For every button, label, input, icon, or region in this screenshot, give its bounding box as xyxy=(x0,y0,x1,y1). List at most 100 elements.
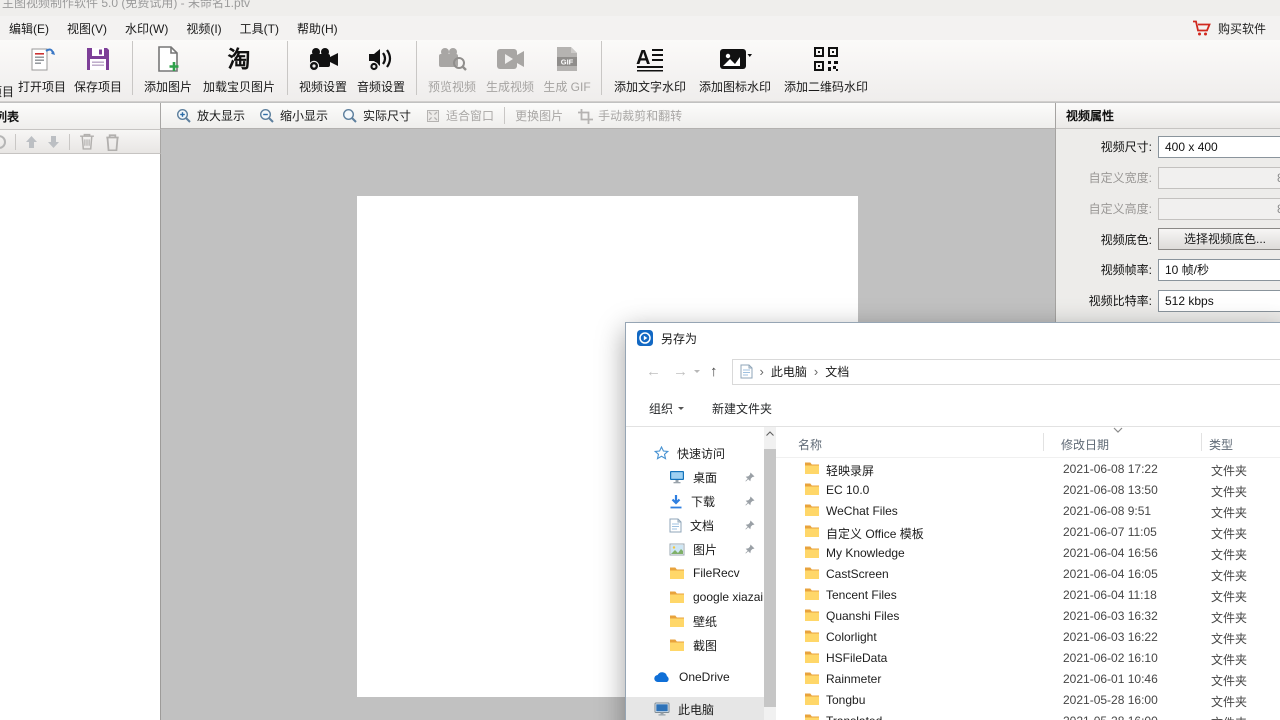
actual-size-button[interactable]: 实际尺寸 xyxy=(335,107,418,124)
choose-background-color-button[interactable]: 选择视频底色... xyxy=(1158,228,1280,250)
generate-video-button[interactable]: 生成视频 xyxy=(481,43,539,95)
sidebar-item-desktop[interactable]: 桌面 xyxy=(626,465,764,489)
file-row[interactable]: Tencent Files 2021-06-04 11:18 文件夹 xyxy=(776,584,1280,605)
file-row[interactable]: CastScreen 2021-06-04 16:05 文件夹 xyxy=(776,563,1280,584)
file-name: Translated xyxy=(826,714,882,720)
sidebar-item-downloads[interactable]: 下载 xyxy=(626,489,764,513)
new-project-icon xyxy=(0,48,4,80)
file-row[interactable]: EC 10.0 2021-06-08 13:50 文件夹 xyxy=(776,479,1280,500)
bitrate-combobox[interactable]: 512 kbps xyxy=(1158,290,1280,312)
file-date: 2021-06-08 13:50 xyxy=(1063,483,1158,497)
video-size-combobox[interactable]: 400 x 400 xyxy=(1158,136,1280,158)
file-row[interactable]: Colorlight 2021-06-03 16:22 文件夹 xyxy=(776,626,1280,647)
delete-item-button[interactable] xyxy=(79,133,95,150)
file-type: 文件夹 xyxy=(1211,693,1247,710)
sidebar-item-pictures[interactable]: 图片 xyxy=(626,537,764,561)
generate-video-icon xyxy=(495,43,525,75)
add-image-button[interactable]: 添加图片 xyxy=(139,43,197,95)
folder-icon xyxy=(804,650,820,664)
sidebar-item-this-pc[interactable]: 此电脑 xyxy=(626,697,764,720)
move-down-button[interactable] xyxy=(47,135,60,149)
audio-settings-button[interactable]: 音频设置 xyxy=(352,43,410,95)
dialog-titlebar[interactable]: 另存为 xyxy=(626,323,1280,353)
add-text-watermark-label: 添加文字水印 xyxy=(614,78,686,95)
column-divider[interactable] xyxy=(1201,433,1202,451)
menu-item[interactable]: 工具(T) xyxy=(231,16,288,41)
file-row[interactable]: WeChat Files 2021-06-08 9:51 文件夹 xyxy=(776,500,1280,521)
file-row[interactable]: HSFileData 2021-06-02 16:10 文件夹 xyxy=(776,647,1280,668)
add-qrcode-watermark-button[interactable]: 添加二维码水印 xyxy=(778,43,874,95)
file-name: WeChat Files xyxy=(826,504,898,518)
recent-locations-caret-icon[interactable] xyxy=(694,370,700,376)
address-bar[interactable]: › 此电脑 › 文档 xyxy=(732,359,1280,385)
manual-crop-button[interactable]: 手动裁剪和翻转 xyxy=(570,107,689,124)
file-row[interactable]: 自定义 Office 模板 2021-06-07 11:05 文件夹 xyxy=(776,521,1280,542)
buy-software-button[interactable]: 购买软件 xyxy=(1192,20,1266,37)
scrollbar-thumb[interactable] xyxy=(764,449,776,707)
new-project-button[interactable]: 新建项目 xyxy=(0,48,20,100)
clipped-icon xyxy=(0,135,6,149)
custom-width-row: 自定义宽度: xyxy=(1056,167,1280,189)
move-up-button[interactable] xyxy=(25,135,38,149)
forward-button[interactable]: → xyxy=(667,364,694,379)
file-row[interactable]: Tongbu 2021-05-28 16:00 文件夹 xyxy=(776,689,1280,710)
file-row[interactable]: Quanshi Files 2021-06-03 16:32 文件夹 xyxy=(776,605,1280,626)
frame-rate-combobox[interactable]: 10 帧/秒 xyxy=(1158,259,1280,281)
replace-image-button[interactable]: 更换图片 xyxy=(508,107,570,124)
breadcrumb-this-pc[interactable]: 此电脑 xyxy=(771,363,807,380)
video-settings-button[interactable]: 视频设置 xyxy=(294,43,352,95)
custom-height-input xyxy=(1158,198,1280,220)
file-row[interactable]: Translated 2021-05-28 16:00 文件夹 xyxy=(776,710,1280,720)
sidebar-item-wallpaper[interactable]: 壁纸 xyxy=(626,609,764,633)
open-project-button[interactable]: 打开项目 xyxy=(14,43,70,95)
back-button[interactable]: ← xyxy=(640,364,667,379)
fit-window-button[interactable]: 适合窗口 xyxy=(418,107,501,124)
up-button[interactable]: ↑ xyxy=(704,364,724,379)
menu-item[interactable]: 视图(V) xyxy=(58,16,116,41)
organize-menu-button[interactable]: 组织 xyxy=(649,400,684,417)
file-row[interactable]: My Knowledge 2021-06-04 16:56 文件夹 xyxy=(776,542,1280,563)
preview-video-button[interactable]: 预览视频 xyxy=(423,43,481,95)
file-date: 2021-06-04 16:05 xyxy=(1063,567,1158,581)
add-icon-watermark-button[interactable]: 添加图标水印 xyxy=(692,43,778,95)
dialog-sidebar: 快速访问 桌面 下载 文档 xyxy=(626,427,764,720)
add-text-watermark-button[interactable]: A 添加文字水印 xyxy=(608,43,692,95)
sidebar-item-documents[interactable]: 文档 xyxy=(626,513,764,537)
file-type: 文件夹 xyxy=(1211,567,1247,584)
sidebar-item-quick-access[interactable]: 快速访问 xyxy=(626,441,764,465)
image-list-panel-body[interactable] xyxy=(0,154,161,720)
menu-item[interactable]: 水印(W) xyxy=(116,16,177,41)
menu-item[interactable]: 视频(I) xyxy=(177,16,230,41)
sort-descending-icon xyxy=(1113,427,1123,433)
file-row[interactable]: Rainmeter 2021-06-01 10:46 文件夹 xyxy=(776,668,1280,689)
generate-video-label: 生成视频 xyxy=(486,78,534,95)
file-list-header: 名称 修改日期 类型 xyxy=(776,427,1280,458)
folder-icon xyxy=(669,614,685,628)
sidebar-item-onedrive[interactable]: OneDrive xyxy=(626,665,764,689)
magnifier-icon xyxy=(342,108,358,124)
video-properties-title: 视频属性 xyxy=(1066,107,1114,124)
column-header-date[interactable]: 修改日期 xyxy=(1061,436,1109,453)
sidebar-item-filerecv[interactable]: FileRecv xyxy=(626,561,764,585)
breadcrumb-documents[interactable]: 文档 xyxy=(825,363,849,380)
scroll-up-icon[interactable] xyxy=(766,431,774,436)
save-project-button[interactable]: 保存项目 xyxy=(70,43,126,95)
menu-item[interactable]: 编辑(E) xyxy=(0,16,58,41)
column-divider[interactable] xyxy=(1043,433,1044,451)
menu-item[interactable]: 帮助(H) xyxy=(288,16,347,41)
zoom-in-label: 放大显示 xyxy=(197,107,245,124)
generate-gif-button[interactable]: GIF 生成 GIF xyxy=(539,43,595,95)
zoom-in-button[interactable]: 放大显示 xyxy=(169,107,252,124)
sidebar-item-google-xiazai[interactable]: google xiazai xyxy=(626,585,764,609)
sidebar-item-screenshots[interactable]: 截图 xyxy=(626,633,764,657)
sidebar-scrollbar[interactable] xyxy=(764,427,776,720)
column-header-type[interactable]: 类型 xyxy=(1209,436,1233,453)
column-header-name[interactable]: 名称 xyxy=(798,436,822,453)
load-taobao-images-button[interactable]: 淘 加载宝贝图片 xyxy=(197,43,281,95)
onedrive-cloud-icon xyxy=(654,672,671,683)
clear-all-button[interactable] xyxy=(104,133,121,151)
add-image-icon xyxy=(154,43,182,75)
file-row[interactable]: 轻映录屏 2021-06-08 17:22 文件夹 xyxy=(776,458,1280,479)
new-folder-button[interactable]: 新建文件夹 xyxy=(712,400,772,417)
zoom-out-button[interactable]: 缩小显示 xyxy=(252,107,335,124)
